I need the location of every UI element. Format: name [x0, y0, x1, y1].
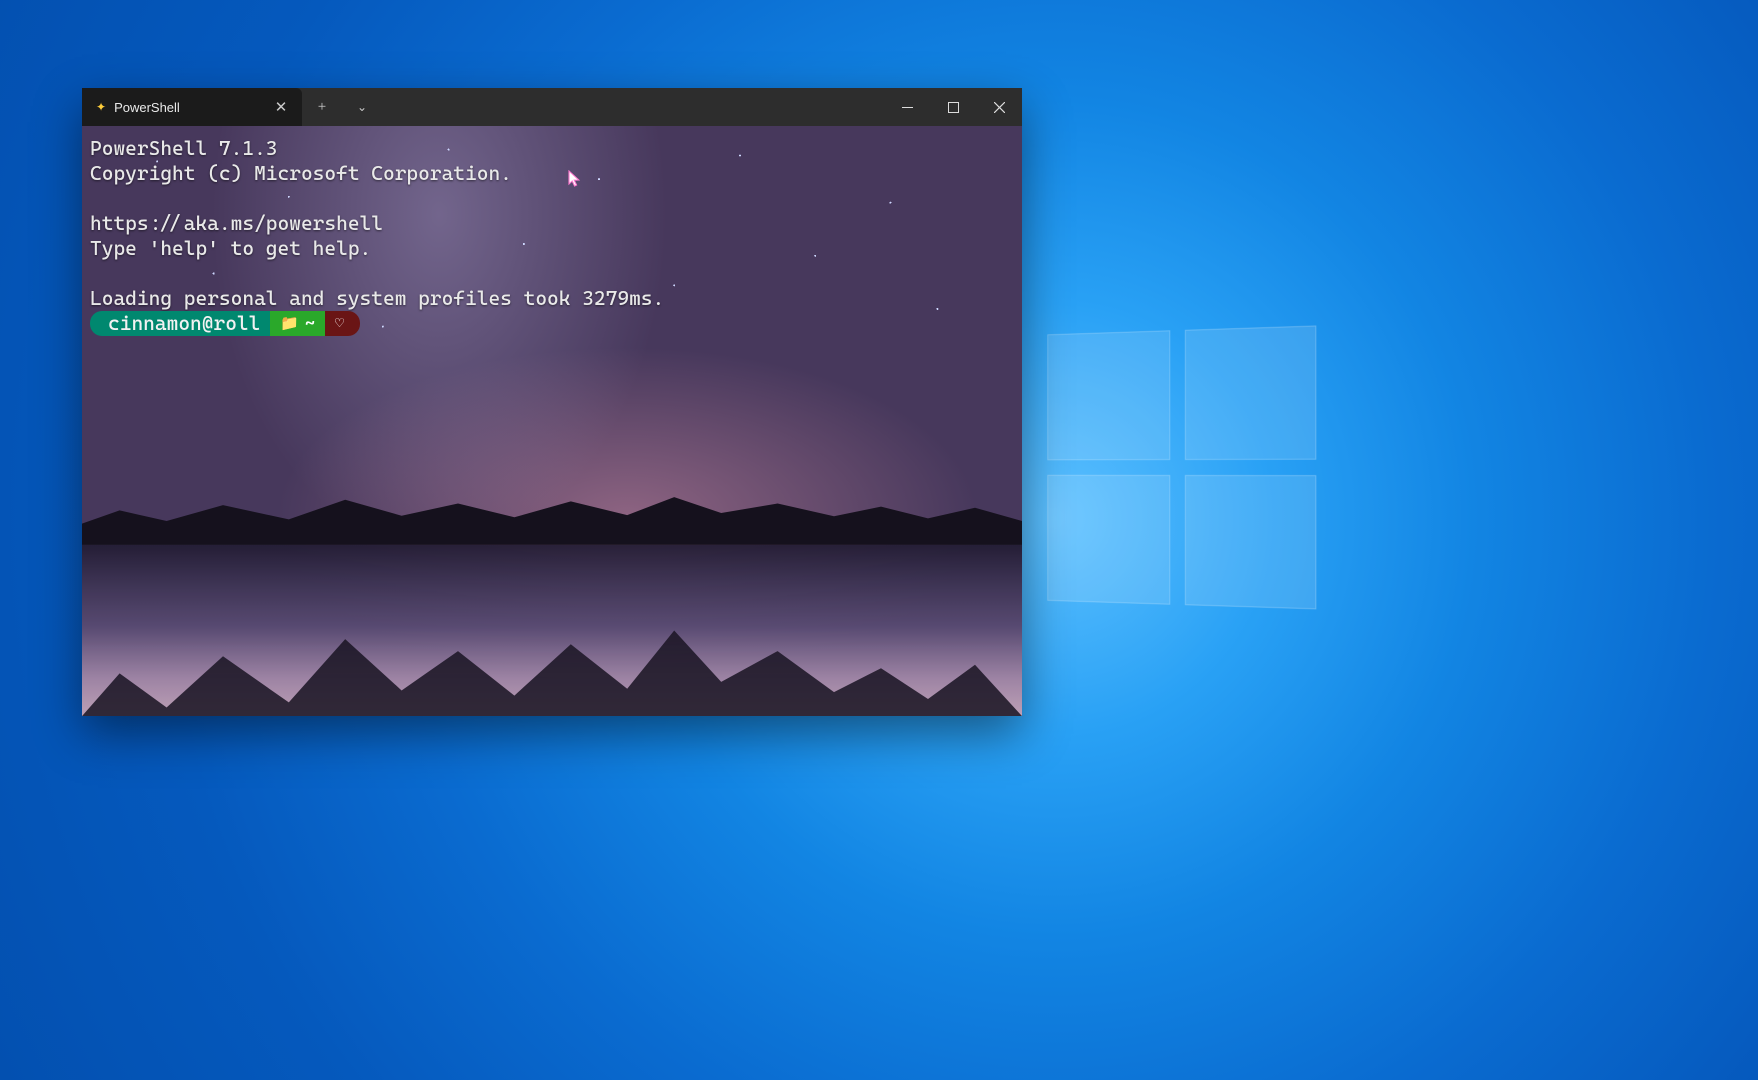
folder-icon: 📁: [280, 311, 299, 336]
terminal-line: Copyright (c) Microsoft Corporation.: [90, 161, 512, 185]
tab-close-button[interactable]: ✕: [270, 96, 292, 118]
tab-label: PowerShell: [114, 100, 262, 115]
terminal-line: PowerShell 7.1.3: [90, 136, 278, 160]
windows-logo: [1047, 325, 1321, 614]
prompt-path-segment: 📁~: [270, 311, 325, 336]
new-tab-button[interactable]: +: [302, 88, 342, 126]
tab-powershell[interactable]: ✦ PowerShell ✕: [82, 88, 302, 126]
terminal-line: Loading personal and system profiles too…: [90, 286, 664, 310]
prompt-status-segment: ♡: [325, 311, 360, 336]
sparkle-icon: ✦: [96, 100, 106, 114]
titlebar[interactable]: ✦ PowerShell ✕ + ⌄: [82, 88, 1022, 126]
prompt-user-segment: cinnamon@roll: [90, 311, 270, 336]
prompt-path: ~: [305, 311, 315, 336]
tab-dropdown-button[interactable]: ⌄: [342, 88, 382, 126]
terminal-line: https://aka.ms/powershell: [90, 211, 383, 235]
desktop: ✦ PowerShell ✕ + ⌄ PowerShell 7.1.3 Copy…: [0, 0, 1758, 1080]
prompt: cinnamon@roll📁~♡: [90, 311, 360, 336]
window-close-button[interactable]: [976, 88, 1022, 126]
terminal-window: ✦ PowerShell ✕ + ⌄ PowerShell 7.1.3 Copy…: [82, 88, 1022, 716]
maximize-button[interactable]: [930, 88, 976, 126]
minimize-button[interactable]: [884, 88, 930, 126]
titlebar-drag-region[interactable]: [382, 88, 884, 126]
terminal-line: Type 'help' to get help.: [90, 236, 371, 260]
heart-icon: ♡: [335, 311, 344, 336]
terminal-viewport[interactable]: PowerShell 7.1.3 Copyright (c) Microsoft…: [82, 126, 1022, 716]
terminal-output[interactable]: PowerShell 7.1.3 Copyright (c) Microsoft…: [82, 126, 1022, 346]
